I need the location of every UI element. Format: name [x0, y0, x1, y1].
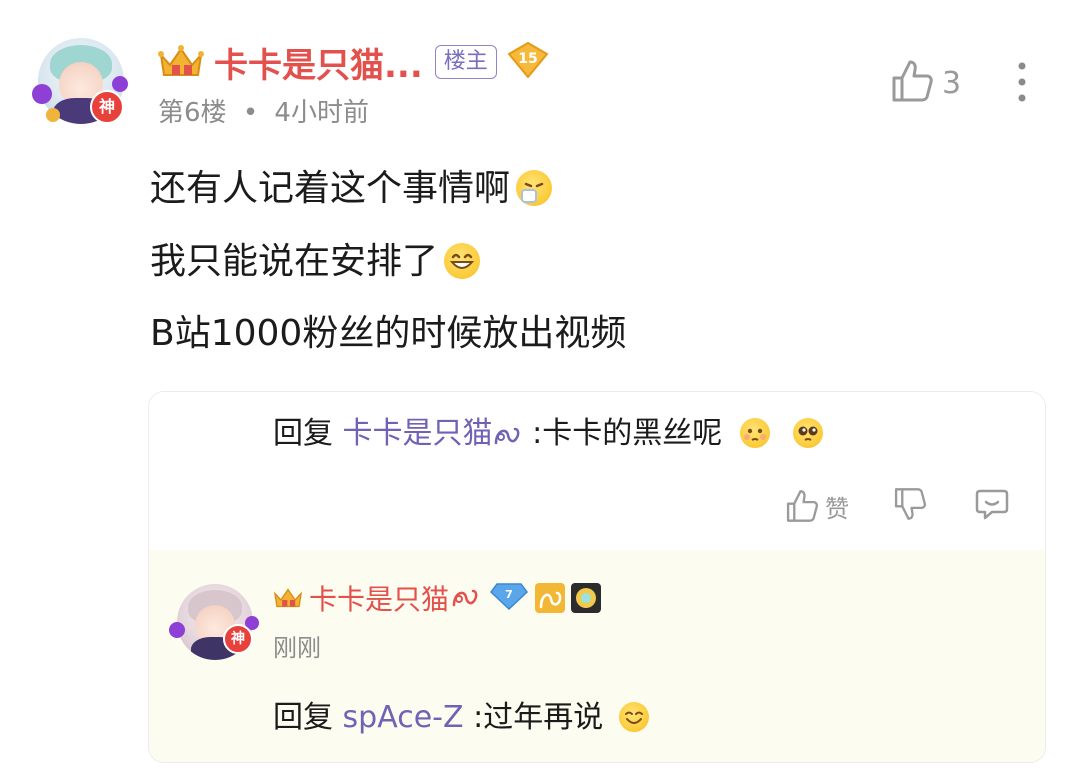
grinning-face-icon: [444, 243, 481, 279]
diamond-level-icon: 7: [489, 581, 529, 615]
comment-line: B站1000粉丝的时候放出视频: [150, 316, 626, 352]
reply-time: 刚刚: [273, 634, 321, 662]
like-count: 3: [942, 65, 962, 101]
comment-text: 我只能说在安排了: [150, 241, 439, 282]
highlighted-reply-item: 神 卡卡是只猫 7 刚刚 回复 spAce-Z:过年再说: [149, 550, 1045, 762]
flushed-face-icon: [739, 418, 770, 448]
comment-text: B站1000粉丝的时候放出视频: [150, 313, 627, 354]
avatar-frame-decoration: [32, 84, 52, 104]
reply-comment-button[interactable]: [975, 487, 1009, 525]
reply-thread: 回复 卡卡是只猫 :卡卡的黑丝呢 赞 神 卡卡是只猫 7 刚刚 回复 spAce…: [148, 391, 1046, 763]
avatar-frame-decoration: [169, 622, 185, 638]
comment-line: 我只能说在安排了: [150, 241, 481, 282]
reply-level-number: 7: [505, 588, 513, 601]
reply-content: 回复 spAce-Z :过年再说: [273, 692, 649, 736]
reply-like-button[interactable]: 赞: [785, 488, 849, 524]
reply-dislike-button[interactable]: [893, 486, 927, 526]
leo-icon: [451, 583, 481, 613]
medal-badge-icon: [571, 583, 602, 613]
comment-bubble-icon: [975, 489, 1009, 520]
sneezing-face-icon: [516, 170, 553, 206]
comment-text: 还有人记着这个事情啊: [150, 168, 511, 209]
more-options-button[interactable]: [1010, 62, 1034, 102]
reply-body: :过年再说: [463, 700, 604, 735]
reply-prefix: 回复: [273, 700, 343, 735]
comment-line: 还有人记着这个事情啊: [150, 168, 553, 209]
avatar-frame-decoration: [46, 108, 60, 122]
meta-separator: •: [242, 98, 259, 128]
op-badge: 楼主: [434, 45, 497, 79]
comment-time: 4小时前: [274, 98, 369, 128]
reply-body: :卡卡的黑丝呢: [522, 416, 723, 451]
thumbs-up-icon: [786, 490, 819, 522]
level-number: 15: [518, 51, 537, 67]
reply-content: 回复 卡卡是只猫 :卡卡的黑丝呢: [273, 408, 824, 455]
like-button[interactable]: 3: [890, 58, 961, 108]
leo-icon: [493, 420, 523, 455]
god-badge: 神: [90, 90, 124, 124]
smiling-face-icon: [618, 702, 649, 732]
god-badge: 神: [223, 624, 253, 654]
pleading-face-icon: [793, 418, 824, 448]
zodiac-badge-icon: [535, 583, 566, 613]
reply-actions: 赞: [785, 486, 1009, 526]
comment-username[interactable]: 卡卡是只猫...: [214, 38, 423, 87]
level-badge-icon: 15: [507, 41, 549, 82]
avatar-frame-decoration: [112, 76, 128, 92]
thumbs-down-icon: [894, 488, 927, 520]
reply-mention[interactable]: 卡卡是只猫: [343, 416, 493, 451]
reply-mention[interactable]: spAce-Z: [343, 700, 464, 735]
more-vertical-icon: [1018, 62, 1026, 102]
comment-name-row: 卡卡是只猫... 楼主 15: [158, 38, 549, 87]
reply-item: 回复 卡卡是只猫 :卡卡的黑丝呢 赞: [149, 392, 1045, 550]
reply-username[interactable]: 卡卡是只猫: [309, 578, 449, 618]
like-label: 赞: [825, 494, 849, 523]
crown-icon: [273, 585, 303, 611]
comment-meta: 第6楼 • 4小时前: [158, 92, 369, 129]
reply-prefix: 回复: [273, 416, 343, 451]
floor-number: 第6楼: [158, 98, 227, 128]
reply-name-row: 卡卡是只猫 7: [273, 578, 602, 618]
thumbs-up-icon: [890, 58, 934, 108]
crown-icon: [158, 43, 204, 81]
